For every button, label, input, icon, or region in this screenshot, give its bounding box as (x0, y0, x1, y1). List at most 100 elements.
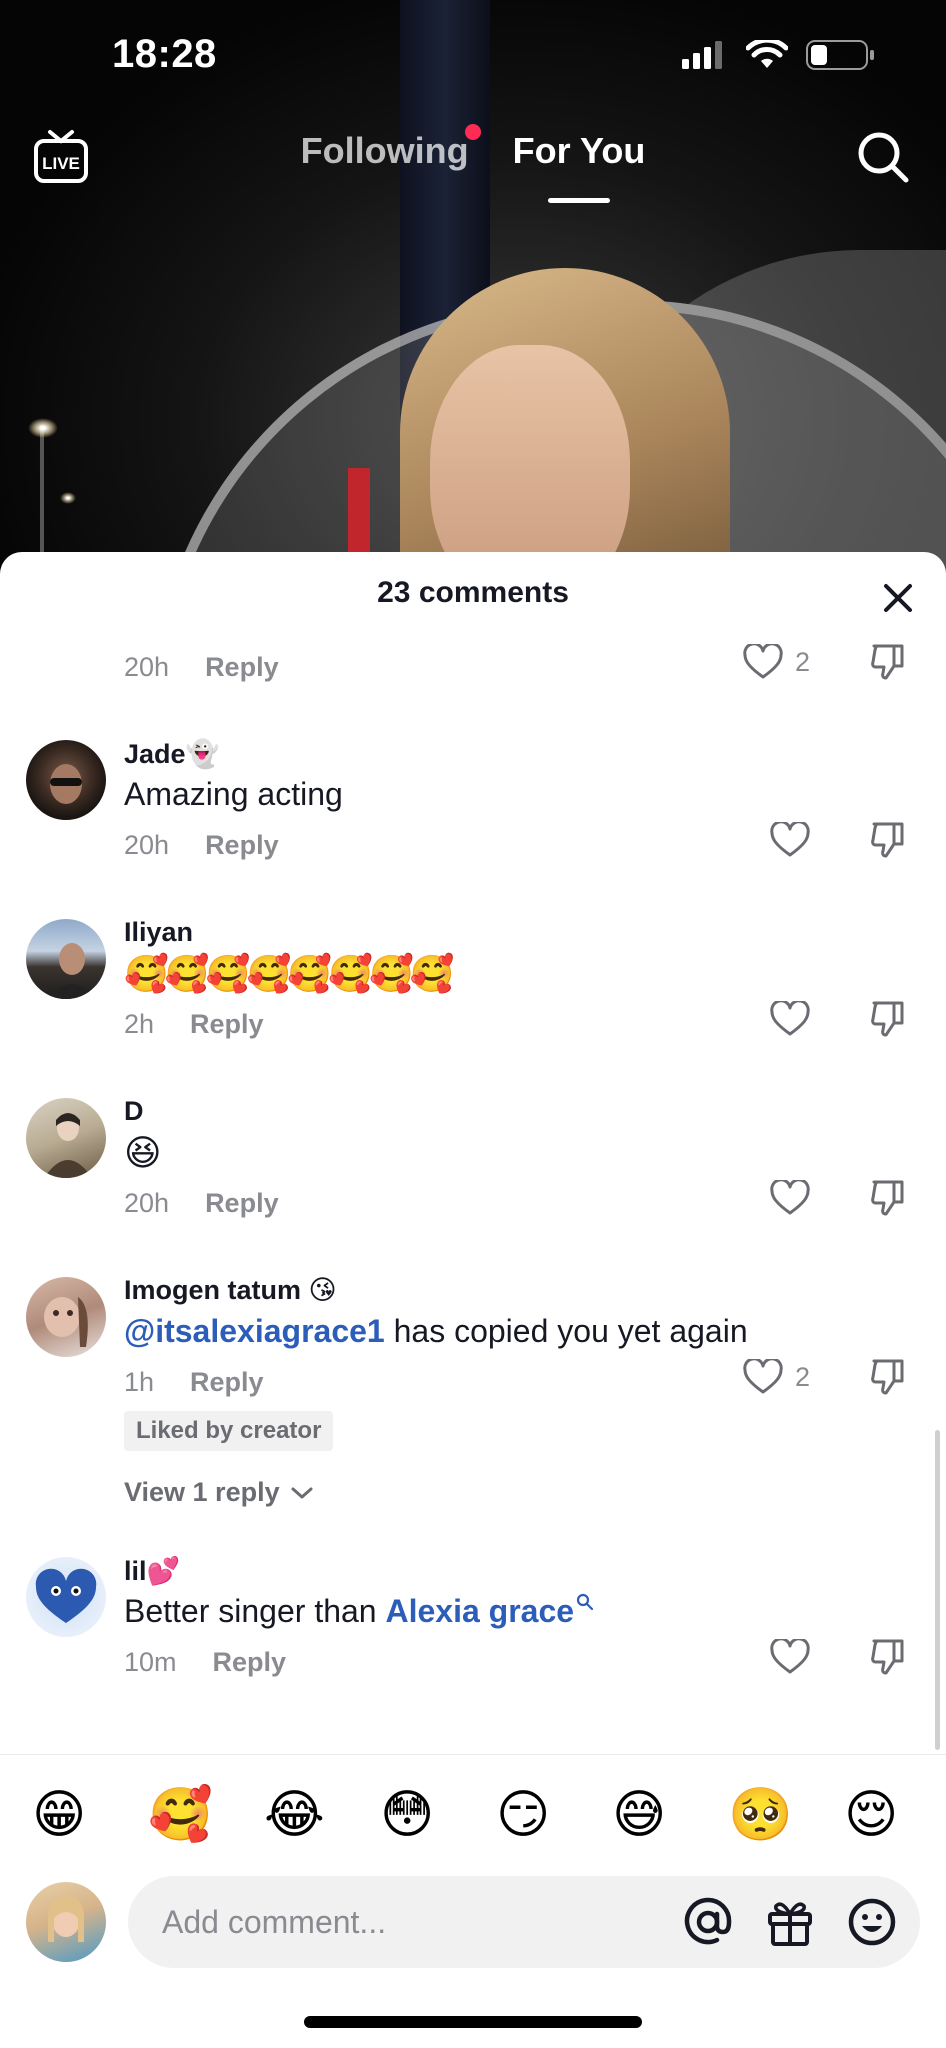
status-icons (682, 40, 876, 70)
reply-button[interactable]: Reply (205, 1188, 279, 1219)
like-count: 2 (794, 1361, 810, 1392)
comment-time: 20h (124, 652, 170, 682)
avatar-face-icon (50, 764, 82, 804)
like-button[interactable]: 2 (743, 1359, 810, 1395)
gift-icon[interactable] (764, 1896, 816, 1948)
thumbs-down-icon (871, 1639, 904, 1675)
comments-scrollbar[interactable] (935, 1430, 940, 1750)
thumbs-down-icon (871, 1001, 904, 1037)
like-button[interactable] (770, 1001, 810, 1037)
emoji-button[interactable]: 😌 (844, 1785, 898, 1845)
avatar[interactable] (26, 1557, 106, 1637)
comment-time: 20h (124, 1188, 170, 1218)
emoji-button[interactable]: 😂 (264, 1785, 325, 1845)
comment-text: Amazing acting (124, 776, 343, 812)
cellular-signal-icon (682, 41, 722, 69)
comment-username[interactable]: D (124, 1096, 144, 1127)
like-button[interactable]: 2 (743, 644, 810, 680)
blue-heart-avatar-icon (35, 1568, 97, 1623)
battery-icon (806, 40, 874, 70)
comment-meta: 20h Reply (124, 652, 279, 683)
comment-text: 😆 (124, 1132, 162, 1173)
status-bar: 18:28 (0, 0, 946, 110)
avatar-face-icon (44, 1113, 92, 1178)
home-indicator[interactable] (304, 2016, 642, 2028)
feed-tabs: Following For You (0, 124, 946, 203)
comment-text: 🥰🥰🥰🥰🥰🥰🥰🥰 (124, 953, 455, 994)
heart-icon (770, 1639, 810, 1674)
avatar[interactable] (26, 919, 106, 999)
comment-username[interactable]: Jade👻 (124, 738, 219, 770)
status-time: 18:28 (112, 32, 217, 76)
dislike-button[interactable] (868, 1357, 908, 1402)
thumbs-down-icon (871, 1359, 904, 1395)
mention-link[interactable]: @itsalexiagrace1 (124, 1313, 385, 1349)
mention-icon[interactable] (682, 1896, 734, 1948)
view-replies-button[interactable]: View 1 reply (124, 1477, 314, 1508)
wifi-icon (746, 40, 788, 68)
heart-icon (743, 1359, 783, 1394)
comment-text: Better singer than Alexia grace (124, 1593, 594, 1630)
comment-text: @itsalexiagrace1 has copied you yet agai… (124, 1313, 748, 1350)
like-button[interactable] (770, 1180, 810, 1216)
close-button[interactable] (878, 578, 918, 618)
emoji-button[interactable]: 😁 (32, 1785, 86, 1845)
tab-for-you-label: For You (512, 130, 646, 171)
avatar[interactable] (26, 740, 106, 820)
emoji-button[interactable]: 😳 (380, 1785, 434, 1845)
comment-username[interactable]: lil💕 (124, 1555, 180, 1587)
reply-button[interactable]: Reply (190, 1009, 264, 1040)
reply-button[interactable]: Reply (190, 1367, 264, 1398)
liked-by-creator-badge: Liked by creator (124, 1411, 334, 1451)
comment-username[interactable]: Iliyan (124, 917, 193, 948)
dislike-button[interactable] (868, 1637, 908, 1682)
reply-button[interactable]: Reply (205, 652, 279, 683)
heart-icon (770, 822, 810, 857)
tab-following[interactable]: Following (300, 124, 481, 172)
comments-header: 23 comments (0, 552, 946, 642)
emoji-button[interactable]: 😏 (496, 1785, 550, 1845)
video-red-sign (348, 468, 370, 558)
avatar-face-icon (46, 943, 98, 999)
dislike-button[interactable] (868, 820, 908, 865)
like-button[interactable] (770, 1639, 810, 1675)
comment-input[interactable] (128, 1903, 648, 1941)
comment-meta: 10m Reply (124, 1647, 286, 1678)
comment-time: 20h (124, 830, 170, 860)
emoji-button[interactable]: 🥺 (728, 1785, 793, 1845)
dislike-button[interactable] (868, 642, 908, 687)
video-lamp-glow (28, 418, 58, 438)
my-avatar[interactable] (26, 1882, 106, 1962)
emoji-button[interactable]: 🥰 (148, 1785, 213, 1845)
reply-button[interactable]: Reply (213, 1647, 287, 1678)
comment-text-body: has copied you yet again (384, 1313, 748, 1349)
dislike-button[interactable] (868, 1178, 908, 1223)
comment-time: 10m (124, 1647, 177, 1677)
comment-meta: 1h Reply (124, 1367, 264, 1398)
search-button[interactable] (856, 130, 910, 189)
tab-for-you[interactable]: For You (512, 130, 646, 203)
avatar[interactable] (26, 1277, 106, 1357)
comment-username[interactable]: Imogen tatum 😘 (124, 1275, 337, 1306)
avatar-face-icon (48, 1896, 84, 1942)
emoji-picker-icon[interactable] (846, 1896, 898, 1948)
video-lamp-glow-2 (60, 492, 76, 504)
chevron-down-icon (291, 1487, 313, 1498)
active-tab-indicator (547, 198, 610, 203)
comment-input-row (0, 1874, 946, 1974)
view-replies-label: View 1 reply (124, 1477, 280, 1507)
heart-icon (770, 1001, 810, 1036)
reply-button[interactable]: Reply (205, 830, 279, 861)
emoji-button[interactable]: 😅 (612, 1785, 666, 1845)
thumbs-down-icon (871, 1180, 904, 1216)
tab-following-label: Following (300, 130, 469, 171)
avatar[interactable] (26, 1098, 106, 1178)
input-action-icons (682, 1896, 898, 1948)
comment-time: 2h (124, 1009, 155, 1039)
notification-dot (464, 124, 481, 140)
search-link[interactable]: Alexia grace (385, 1593, 574, 1629)
avatar-face-icon (44, 1297, 88, 1347)
like-button[interactable] (770, 822, 810, 858)
dislike-button[interactable] (868, 999, 908, 1044)
comments-count-title: 23 comments (377, 576, 569, 609)
